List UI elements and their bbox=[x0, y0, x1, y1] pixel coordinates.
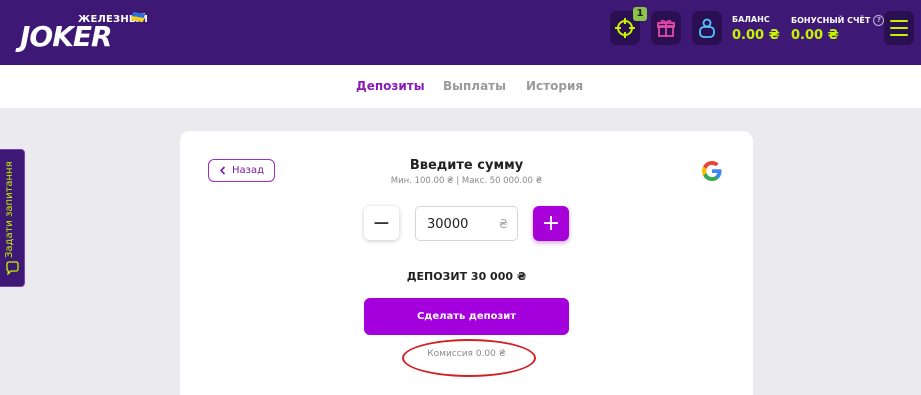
annotation-circle bbox=[402, 339, 536, 377]
menu-line bbox=[890, 20, 908, 22]
balance-value: 0.00 ₴ bbox=[732, 28, 780, 43]
decrease-amount-button[interactable]: − bbox=[364, 206, 399, 240]
deposit-summary: ДЕПОЗИТ 30 000 ₴ bbox=[406, 270, 527, 283]
tab-payouts[interactable]: Выплаты bbox=[443, 79, 506, 93]
make-deposit-button[interactable]: Сделать депозит bbox=[364, 298, 569, 335]
balance-label: БАЛАНС bbox=[732, 15, 770, 24]
amount-input[interactable]: 30000 ₴ bbox=[415, 206, 518, 241]
deposit-limits: Мин. 100.00 ₴ | Макс. 50 000.00 ₴ bbox=[390, 176, 543, 186]
amount-value: 30000 bbox=[427, 217, 469, 232]
cashier-tabs: Депозиты Выплаты История bbox=[0, 65, 921, 108]
google-pay-icon bbox=[702, 161, 722, 181]
missions-count-badge: 1 bbox=[633, 7, 647, 21]
deposit-title: Введите сумму bbox=[409, 158, 524, 173]
profile-button[interactable] bbox=[692, 11, 722, 45]
ukraine-flag-icon bbox=[131, 12, 145, 22]
deposit-card: Назад Введите сумму Мин. 100.00 ₴ | Макс… bbox=[180, 131, 753, 395]
hamburger-menu-button[interactable] bbox=[884, 11, 914, 45]
ask-question-label: Задати запитання bbox=[4, 161, 15, 259]
menu-line bbox=[890, 27, 908, 29]
joker-logo[interactable]: ЖЕЛЕЗНЫЙ JOKER bbox=[20, 6, 150, 54]
gifts-button[interactable] bbox=[651, 11, 681, 45]
tab-deposits[interactable]: Депозиты bbox=[356, 79, 425, 93]
crosshair-icon bbox=[615, 18, 635, 38]
bonus-value: 0.00 ₴ bbox=[791, 28, 839, 43]
bonus-label-text: БОНУСНЫЙ СЧЁТ bbox=[791, 16, 871, 25]
bonus-label: БОНУСНЫЙ СЧЁТ? bbox=[791, 15, 885, 26]
currency-symbol: ₴ bbox=[498, 217, 508, 231]
user-icon bbox=[699, 18, 715, 38]
chat-bubble-icon bbox=[6, 261, 19, 275]
ask-question-tab[interactable]: Задати запитання bbox=[0, 149, 25, 287]
top-header: ЖЕЛЕЗНЫЙ JOKER 1 БАЛАНС 0.00 ₴ БОНУСНЫЙ … bbox=[0, 0, 921, 65]
logo-big-text: JOKER bbox=[20, 20, 113, 53]
help-icon[interactable]: ? bbox=[873, 15, 885, 26]
gift-icon bbox=[657, 19, 675, 37]
tab-history[interactable]: История bbox=[526, 79, 583, 93]
increase-amount-button[interactable]: + bbox=[533, 206, 569, 241]
menu-line bbox=[890, 34, 908, 36]
